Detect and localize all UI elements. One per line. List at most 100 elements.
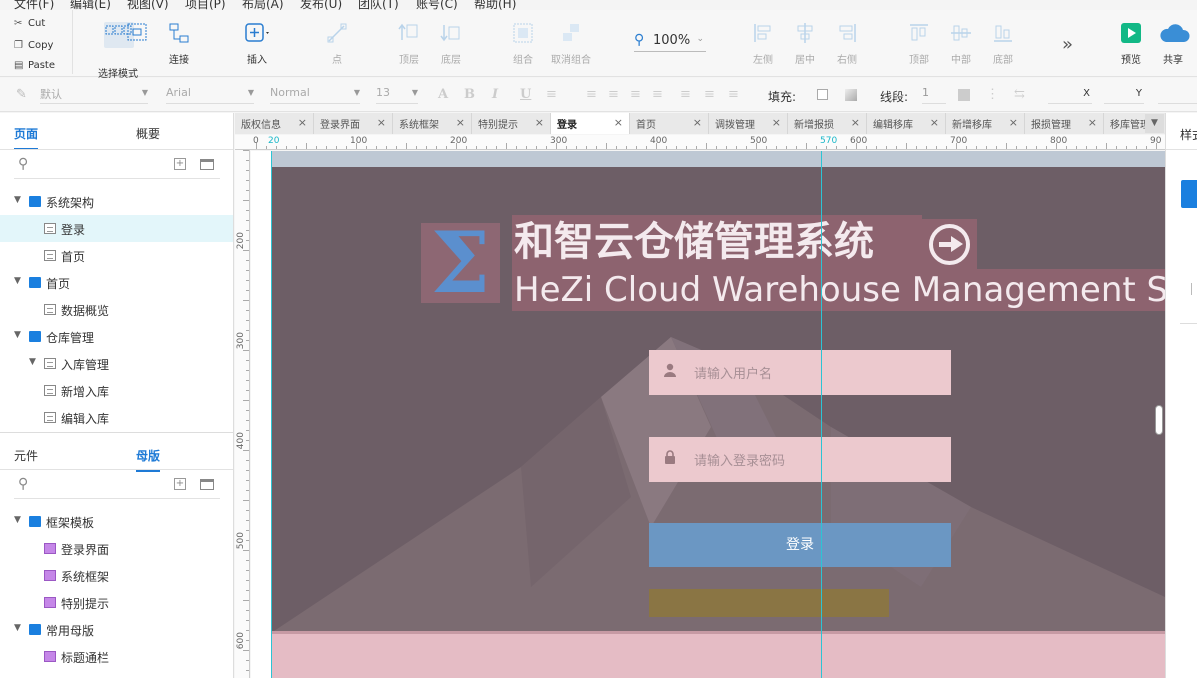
line-style-icon[interactable]: ⋮ — [986, 87, 999, 102]
doc-tab[interactable]: 版权信息 × — [235, 113, 314, 134]
doc-tab[interactable]: 首页 × — [630, 113, 709, 134]
tree-folder[interactable]: ▼ 框架模板 — [0, 508, 233, 535]
close-icon[interactable]: × — [456, 116, 465, 129]
tree-master[interactable]: 登录界面 — [0, 535, 233, 562]
insert-button[interactable]: 插入 — [232, 22, 282, 66]
username-input[interactable]: 请输入用户名 — [649, 350, 951, 395]
guide-line[interactable] — [821, 151, 822, 678]
bullet-list-icon[interactable]: ≡ — [546, 87, 557, 102]
fill-color-swatch[interactable] — [817, 89, 828, 100]
tree-page[interactable]: ▼ 入库管理 — [0, 350, 233, 377]
doc-tab[interactable]: 系统框架 × — [393, 113, 472, 134]
tree-page[interactable]: 登录 — [0, 215, 233, 242]
align-text-right-icon[interactable]: ≡ — [630, 87, 641, 102]
close-icon[interactable]: × — [1009, 116, 1018, 129]
tab-masters[interactable]: 母版 — [136, 447, 161, 472]
menu-file[interactable]: 文件(F) — [14, 0, 54, 10]
tab-style[interactable]: 样式 — [1180, 126, 1197, 143]
menu-edit[interactable]: 编辑(E) — [70, 0, 111, 10]
menu-publish[interactable]: 发布(U) — [300, 0, 342, 10]
doc-tab[interactable]: 报损管理 × — [1025, 113, 1104, 134]
menu-team[interactable]: 团队(T) — [358, 0, 399, 10]
add-folder-icon[interactable] — [200, 159, 214, 170]
zoom-control[interactable]: ⚲ 100% ⌄ — [634, 32, 706, 52]
align-right-button[interactable]: 右侧 — [822, 22, 872, 66]
group-button[interactable]: 组合 — [498, 22, 548, 66]
expand-triangle-icon[interactable]: ▼ — [14, 195, 21, 205]
expand-triangle-icon[interactable]: ▼ — [14, 276, 21, 286]
tree-page[interactable]: 首页 — [0, 242, 233, 269]
menu-view[interactable]: 视图(V) — [127, 0, 169, 10]
tab-pages[interactable]: 页面 — [14, 125, 39, 150]
login-button[interactable]: 登录 — [649, 523, 951, 567]
close-icon[interactable]: × — [298, 116, 307, 129]
close-icon[interactable]: × — [1088, 116, 1097, 129]
point-button[interactable]: 点 — [312, 22, 362, 66]
design-canvas[interactable]: Σ 和智云仓储管理系统 HeZi Cloud Warehouse Managem… — [251, 151, 1165, 678]
pages-search[interactable]: ⚲ + — [14, 153, 220, 179]
doc-tab[interactable]: 登录界面 × — [314, 113, 393, 134]
doc-tab[interactable]: 调拨管理 × — [709, 113, 788, 134]
close-icon[interactable]: × — [535, 116, 544, 129]
line-width-field[interactable]: 1 — [922, 86, 946, 104]
tree-master[interactable]: 特别提示 — [0, 589, 233, 616]
send-to-back-button[interactable]: 底层 — [426, 22, 476, 66]
vertical-ruler[interactable]: 200 300 400 500 600 — [235, 150, 250, 678]
guide-line[interactable] — [271, 151, 272, 678]
style-action-button[interactable] — [1181, 180, 1197, 208]
password-input[interactable]: 请输入登录密码 — [649, 437, 951, 482]
expand-triangle-icon[interactable]: ▼ — [14, 330, 21, 340]
align-text-justify-icon[interactable]: ≡ — [652, 87, 663, 102]
vertical-scrollbar[interactable] — [1155, 405, 1163, 435]
connect-button[interactable]: 连接 — [154, 22, 204, 66]
y-field[interactable]: Y — [1104, 86, 1144, 104]
x-field[interactable]: X — [1048, 86, 1092, 104]
close-icon[interactable]: × — [851, 116, 860, 129]
expand-triangle-icon[interactable]: ▼ — [29, 357, 36, 367]
tree-page[interactable]: 新增入库 — [0, 377, 233, 404]
tree-master[interactable]: 标题通栏 — [0, 643, 233, 670]
tree-folder[interactable]: ▼ 首页 — [0, 269, 233, 296]
tree-page[interactable]: 编辑入库 — [0, 404, 233, 431]
close-icon[interactable]: × — [614, 116, 623, 129]
align-text-left-icon[interactable]: ≡ — [586, 87, 597, 102]
menu-account[interactable]: 账号(C) — [416, 0, 458, 10]
font-size-select[interactable]: 13 ▼ — [376, 86, 418, 104]
cut-button[interactable]: ✂ Cut — [14, 18, 45, 29]
italic-icon[interactable]: I — [492, 87, 498, 102]
add-master-icon[interactable]: + — [174, 478, 186, 490]
share-button[interactable]: 共享 — [1148, 22, 1197, 66]
copy-button[interactable]: ❐ Copy — [14, 40, 53, 51]
paste-button[interactable]: ▤ Paste — [14, 60, 55, 71]
expand-triangle-icon[interactable]: ▼ — [14, 515, 21, 525]
add-page-icon[interactable]: + — [174, 158, 186, 170]
tree-folder[interactable]: ▼ 常用母版 — [0, 616, 233, 643]
doc-tab[interactable]: 登录 × — [551, 113, 630, 134]
align-text-center-icon[interactable]: ≡ — [608, 87, 619, 102]
close-icon[interactable]: × — [693, 116, 702, 129]
add-folder-icon[interactable] — [200, 479, 214, 490]
valign-bottom-icon[interactable]: ≡ — [728, 87, 739, 102]
width-field[interactable] — [1158, 86, 1197, 104]
ungroup-button[interactable]: 取消组合 — [546, 22, 596, 66]
underline-icon[interactable]: U — [520, 87, 531, 102]
fill-shadow-icon[interactable] — [845, 89, 857, 101]
bold-icon[interactable]: B — [464, 87, 475, 102]
more-tools-icon[interactable]: » — [1062, 34, 1073, 55]
font-weight-select[interactable]: Normal ▼ — [270, 86, 360, 104]
valign-top-icon[interactable]: ≡ — [680, 87, 691, 102]
tree-page[interactable]: 数据概览 — [0, 296, 233, 323]
menu-help[interactable]: 帮助(H) — [474, 0, 516, 10]
font-color-icon[interactable]: A — [438, 87, 448, 102]
expand-triangle-icon[interactable]: ▼ — [14, 623, 21, 633]
doc-tab[interactable]: 新增报损 × — [788, 113, 867, 134]
tab-widgets[interactable]: 元件 — [14, 447, 38, 464]
tree-folder[interactable]: ▼ 系统架构 — [0, 188, 233, 215]
tree-folder[interactable]: ▼ 仓库管理 — [0, 323, 233, 350]
doc-tab[interactable]: 编辑移库 × — [867, 113, 946, 134]
tree-master[interactable]: 系统框架 — [0, 562, 233, 589]
horizontal-ruler[interactable]: 0 20 100 200 300 400 500 570 600 700 800 90 — [235, 135, 1165, 150]
arrow-right-circle-icon[interactable] — [922, 219, 977, 269]
align-bottom-button[interactable]: 底部 — [978, 22, 1028, 66]
doc-tab[interactable]: 新增移库 × — [946, 113, 1025, 134]
